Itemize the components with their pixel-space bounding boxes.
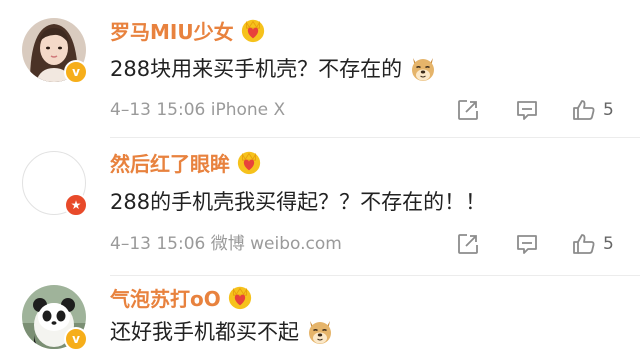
avatar[interactable]: v — [22, 285, 88, 351]
verified-badge-icon: v — [64, 327, 88, 351]
repost-icon[interactable] — [456, 232, 480, 256]
doge-emoji — [408, 53, 438, 83]
comment-text: 还好我手机都买不起 — [110, 320, 299, 344]
username[interactable]: 罗马MIU少女 — [110, 16, 234, 45]
reply-icon[interactable] — [515, 98, 539, 122]
username[interactable]: 气泡苏打oO — [110, 283, 221, 312]
source[interactable]: 微博 weibo.com — [211, 234, 342, 254]
comment-item: ★ 然后红了眼眸 288的手机壳我买得起？？不存在的！！ 4–13 15:06 … — [0, 137, 640, 275]
verified-badge-icon: v — [64, 60, 88, 84]
comment-text: 288块用来买手机壳？不存在的 — [110, 57, 403, 81]
username[interactable]: 然后红了眼眸 — [110, 148, 230, 177]
verified-badge-icon: ★ — [64, 193, 88, 217]
like-count: 5 — [603, 234, 614, 254]
comment-item: v 罗马MIU少女 288块用来买手机壳？不存在的 4–13 15:06 iPh… — [0, 0, 640, 137]
doge-emoji — [305, 316, 335, 346]
comment-meta: 4–13 15:06 微博 weibo.com — [110, 229, 342, 259]
crown-heart-icon — [236, 149, 262, 175]
avatar[interactable]: v — [22, 18, 88, 84]
crown-heart-icon — [240, 17, 266, 43]
comment-meta: 4–13 15:06 iPhone X — [110, 95, 285, 125]
timestamp: 4–13 15:06 — [110, 234, 206, 254]
like-count: 5 — [603, 100, 614, 120]
crown-heart-icon — [227, 284, 253, 310]
repost-icon[interactable] — [456, 98, 480, 122]
source[interactable]: iPhone X — [211, 100, 285, 120]
comment-text: 288的手机壳我买得起？？不存在的！！ — [110, 190, 487, 214]
like-icon[interactable] — [572, 232, 596, 256]
comment-item: v 气泡苏打oO 还好我手机都买不起 — [0, 275, 640, 361]
like-icon[interactable] — [572, 98, 596, 122]
reply-icon[interactable] — [515, 232, 539, 256]
avatar[interactable]: ★ — [22, 151, 88, 217]
timestamp: 4–13 15:06 — [110, 100, 206, 120]
